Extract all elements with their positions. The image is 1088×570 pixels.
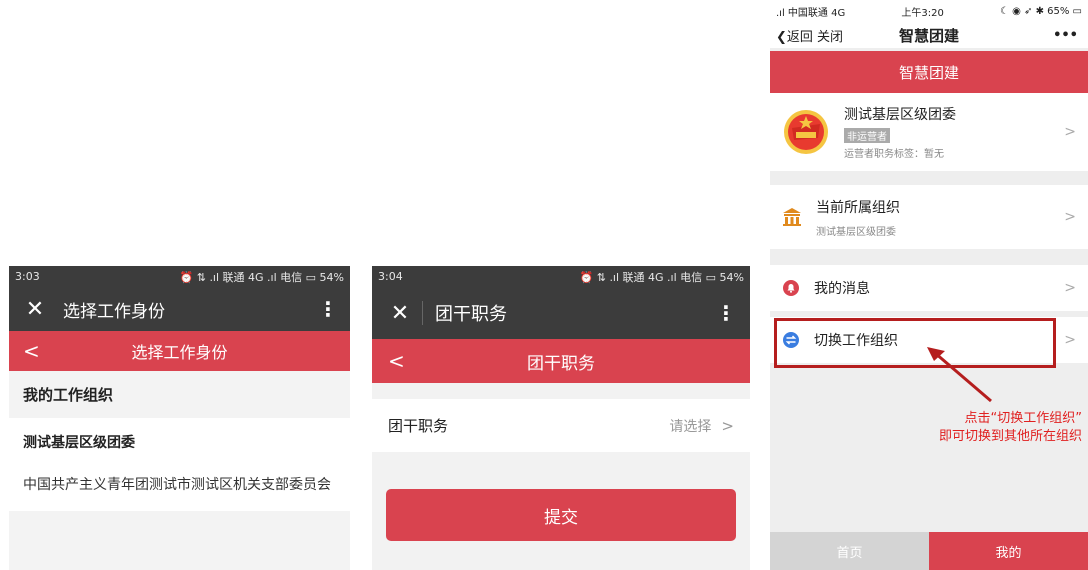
more-icon[interactable]: ⋮ — [716, 301, 736, 325]
role-tag: 运营者职务标签：暂无 — [844, 149, 944, 160]
position-select-row[interactable]: 团干职务 请选择 > — [372, 399, 750, 452]
close-icon[interactable]: ✕ — [386, 301, 414, 326]
screen-select-identity: 3:03 ⏰ ⇅ .ıl 联通 4G .ıl 电信 ▭ 54% ✕ 选择工作身份… — [9, 266, 350, 570]
role-badge: 非运营者 — [844, 128, 890, 143]
window-title: 团干职务 — [435, 304, 507, 325]
section-title: 我的工作组织 — [9, 371, 350, 418]
more-icon[interactable]: ⋮ — [318, 297, 338, 321]
page-header: < 选择工作身份 — [9, 331, 350, 371]
screen-cadre-position: 3:04 ⏰ ⇅ .ıl 联通 4G .ıl 电信 ▭ 54% ✕ 团干职务 ⋮… — [372, 266, 750, 570]
current-org-value: 测试基层区级团委 — [816, 226, 896, 238]
tab-bar: 首页 我的 — [770, 532, 1088, 570]
profile-info: 测试基层区级团委 非运营者 运营者职务标签：暂无 — [844, 104, 1064, 160]
field-label: 团干职务 — [388, 417, 449, 435]
profile-card[interactable]: 测试基层区级团委 非运营者 运营者职务标签：暂无 > — [770, 93, 1088, 171]
status-bar: 3:03 ⏰ ⇅ .ıl 联通 4G .ıl 电信 ▭ 54% — [9, 266, 350, 287]
current-org-label: 当前所属组织 — [816, 199, 900, 216]
annotation-text: 点击“切换工作组织” 即可切换到其他所在组织 — [939, 410, 1082, 446]
highlight-box — [774, 318, 1056, 368]
chevron-right-icon: > — [1064, 124, 1076, 140]
close-icon[interactable]: ✕ — [21, 297, 49, 322]
title-bar: ✕ 选择工作身份 ⋮ — [9, 287, 350, 331]
league-emblem-icon — [784, 110, 828, 154]
back-icon[interactable]: < — [23, 339, 40, 363]
chevron-right-icon: > — [1064, 209, 1076, 225]
status-time: 上午3:20 — [901, 7, 944, 19]
page-header: 智慧团建 — [770, 51, 1088, 93]
page-title: 团干职务 — [527, 353, 595, 374]
status-indicators: ⏰ ⇅ .ıl 联通 4G .ıl 电信 ▭ 54% — [179, 270, 344, 284]
profile-name: 测试基层区级团委 — [844, 107, 956, 123]
title-bar: ✕ 团干职务 ⋮ — [372, 287, 750, 339]
page-title: 选择工作身份 — [131, 343, 228, 362]
tab-mine[interactable]: 我的 — [929, 532, 1088, 570]
status-bar: .ıl 中国联通 4G 上午3:20 ☾ ◉ ➶ ✱ 65% ▭ — [770, 0, 1088, 22]
tab-home[interactable]: 首页 — [770, 532, 929, 570]
status-indicators: ☾ ◉ ➶ ✱ 65% ▭ — [999, 5, 1082, 17]
status-bar: 3:04 ⏰ ⇅ .ıl 联通 4G .ıl 电信 ▭ 54% — [372, 266, 750, 287]
branch-name: 中国共产主义青年团测试市测试区机关支部委员会 — [23, 477, 331, 493]
more-icon[interactable]: ••• — [1053, 28, 1078, 43]
current-org-text: 当前所属组织 测试基层区级团委 — [816, 197, 1064, 238]
messages-label: 我的消息 — [814, 281, 870, 297]
field-value: 请选择 — [669, 418, 712, 435]
arrow-icon — [927, 347, 992, 403]
org-card[interactable]: 测试基层区级团委 中国共产主义青年团测试市测试区机关支部委员会 — [9, 418, 350, 511]
org-name: 测试基层区级团委 — [23, 435, 135, 451]
bell-icon — [783, 280, 799, 296]
chevron-right-icon: > — [1064, 332, 1076, 348]
status-indicators: ⏰ ⇅ .ıl 联通 4G .ıl 电信 ▭ 54% — [579, 270, 744, 284]
page-header: < 团干职务 — [372, 339, 750, 383]
status-time: 3:03 — [15, 270, 40, 283]
back-icon[interactable]: < — [388, 349, 405, 373]
status-time: 3:04 — [378, 270, 403, 283]
annotation-line-2: 即可切换到其他所在组织 — [938, 429, 1082, 444]
current-org-item[interactable]: 当前所属组织 测试基层区级团委 > — [770, 185, 1088, 249]
status-carrier: .ıl 中国联通 4G — [776, 7, 846, 19]
screen-smart-league: .ıl 中国联通 4G 上午3:20 ☾ ◉ ➶ ✱ 65% ▭ ❮返回 关闭 … — [770, 0, 1088, 570]
chevron-right-icon: > — [721, 416, 734, 435]
chevron-right-icon: > — [1064, 280, 1076, 296]
submit-button[interactable]: 提交 — [386, 489, 736, 541]
nav-bar: ❮返回 关闭 智慧团建 ••• — [770, 22, 1088, 48]
building-icon — [783, 208, 801, 226]
back-close-link[interactable]: ❮返回 关闭 — [776, 26, 843, 45]
title-divider — [422, 301, 423, 325]
window-title: 选择工作身份 — [63, 301, 165, 322]
annotation-line-1: 点击“切换工作组织” — [964, 411, 1082, 426]
messages-item[interactable]: 我的消息 > — [770, 265, 1088, 311]
